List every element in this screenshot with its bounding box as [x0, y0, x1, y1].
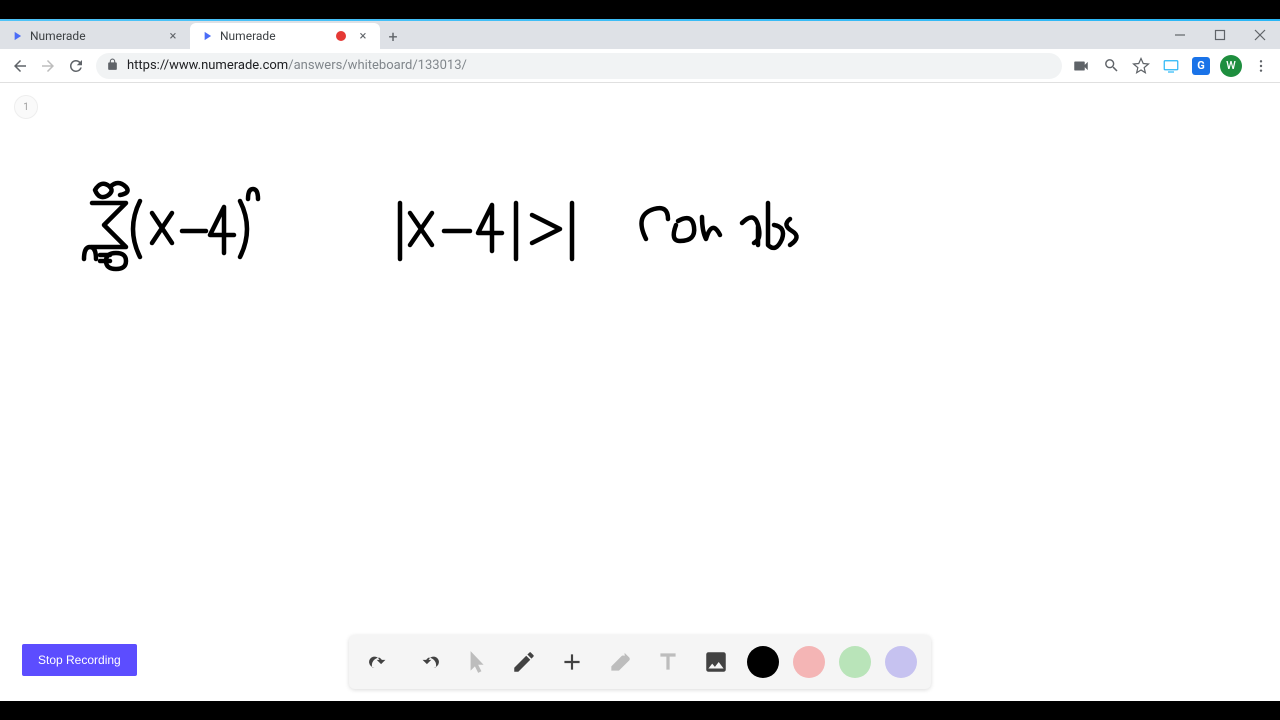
avatar-initial: W: [1220, 55, 1242, 77]
reload-button[interactable]: [62, 52, 90, 80]
pointer-tool[interactable]: [459, 645, 493, 679]
window-controls: [1160, 21, 1280, 49]
color-green[interactable]: [839, 646, 871, 678]
tab-1[interactable]: Numerade ×: [0, 23, 190, 49]
close-window-button[interactable]: [1240, 21, 1280, 49]
new-tab-button[interactable]: +: [380, 23, 406, 49]
text-tool[interactable]: [651, 645, 685, 679]
url-path: /answers/whiteboard/133013/: [288, 58, 467, 73]
whiteboard-content: 1: [0, 83, 1280, 701]
add-tool[interactable]: [555, 645, 589, 679]
play-icon: [10, 29, 24, 43]
tab-title: Numerade: [220, 29, 330, 43]
video-icon[interactable]: [1068, 53, 1094, 79]
screen-icon[interactable]: [1158, 53, 1184, 79]
menu-button[interactable]: [1248, 53, 1274, 79]
stop-recording-button[interactable]: Stop Recording: [22, 644, 137, 676]
url-text: https://www.numerade.com/answers/whitebo…: [127, 58, 1052, 73]
whiteboard-canvas[interactable]: [0, 83, 1280, 701]
color-pink[interactable]: [793, 646, 825, 678]
minimize-button[interactable]: [1160, 21, 1200, 49]
address-bar[interactable]: https://www.numerade.com/answers/whitebo…: [96, 53, 1062, 79]
address-row: https://www.numerade.com/answers/whitebo…: [0, 49, 1280, 83]
forward-button[interactable]: [34, 52, 62, 80]
color-black[interactable]: [747, 646, 779, 678]
eraser-tool[interactable]: [603, 645, 637, 679]
tab-strip: Numerade × Numerade × +: [0, 21, 1280, 49]
pen-tool[interactable]: [507, 645, 541, 679]
ext-letter: G: [1192, 57, 1210, 75]
search-icon[interactable]: [1098, 53, 1124, 79]
whiteboard-toolbar: [349, 635, 931, 689]
undo-button[interactable]: [363, 645, 397, 679]
play-icon: [200, 29, 214, 43]
lock-icon: [106, 56, 119, 75]
tab-2[interactable]: Numerade ×: [190, 23, 380, 49]
recording-indicator-icon: [336, 31, 346, 41]
back-button[interactable]: [6, 52, 34, 80]
color-purple[interactable]: [885, 646, 917, 678]
extension-badge[interactable]: G: [1188, 53, 1214, 79]
browser-window: Numerade × Numerade × +: [0, 19, 1280, 701]
tab-title: Numerade: [30, 29, 160, 43]
addr-actions: G W: [1068, 53, 1274, 79]
star-icon[interactable]: [1128, 53, 1154, 79]
close-icon[interactable]: ×: [356, 29, 370, 44]
profile-avatar[interactable]: W: [1218, 53, 1244, 79]
close-icon[interactable]: ×: [166, 29, 180, 44]
maximize-button[interactable]: [1200, 21, 1240, 49]
image-tool[interactable]: [699, 645, 733, 679]
redo-button[interactable]: [411, 645, 445, 679]
url-domain: https://www.numerade.com: [127, 58, 288, 73]
